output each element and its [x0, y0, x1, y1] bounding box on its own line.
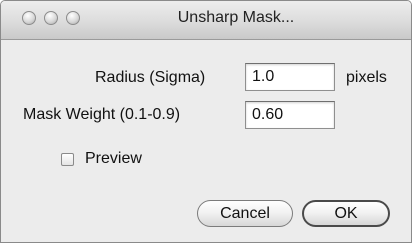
mask-weight-label: Mask Weight (0.1-0.9): [23, 106, 181, 123]
radius-input[interactable]: [245, 63, 335, 91]
dialog-window: Unsharp Mask... Radius (Sigma) pixels Ma…: [0, 0, 412, 243]
preview-checkbox[interactable]: [61, 153, 74, 166]
radius-unit-label: pixels: [346, 69, 387, 86]
ok-button[interactable]: OK: [302, 200, 390, 227]
window-title: Unsharp Mask...: [177, 9, 295, 26]
preview-label[interactable]: Preview: [85, 150, 142, 168]
title-bar[interactable]: Unsharp Mask...: [1, 1, 411, 40]
radius-label: Radius (Sigma): [95, 69, 206, 86]
mask-weight-input[interactable]: [245, 101, 335, 129]
cancel-button[interactable]: Cancel: [197, 200, 293, 227]
